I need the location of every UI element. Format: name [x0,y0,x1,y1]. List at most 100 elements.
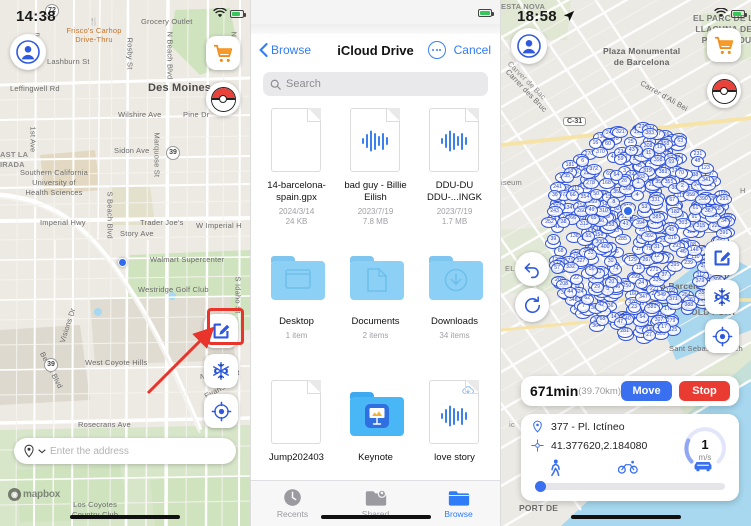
waypoint-marker[interactable]: 53 [637,202,651,213]
search-placeholder[interactable]: Search [286,78,321,90]
waypoint-marker[interactable]: 4 [630,190,644,202]
list-item[interactable]: Desktop 1 item [257,240,336,376]
waypoint-marker[interactable]: 45 [664,224,678,236]
waypoint-marker[interactable]: 281 [616,326,633,338]
freeze-button[interactable] [705,280,739,314]
waypoint-marker[interactable]: 22 [569,273,583,285]
waypoint-marker[interactable]: 68 [595,314,609,326]
slider-knob[interactable] [535,481,546,492]
waypoint-marker[interactable]: 372 [585,163,602,175]
waypoint-marker[interactable]: 31 [650,242,664,253]
waypoint-marker[interactable]: 291 [716,194,732,206]
walk-icon[interactable] [547,459,563,477]
waypoint-marker[interactable]: 69 [664,157,678,168]
waypoint-marker[interactable]: 252 [541,216,558,228]
waypoint-marker[interactable]: 62 [580,293,594,305]
pokeball-button[interactable] [206,82,240,116]
waypoint-marker[interactable]: 278 [582,177,599,189]
waypoint-marker[interactable]: 70 [674,167,688,179]
waypoint-marker[interactable]: 8 [607,196,621,208]
bike-icon[interactable] [618,459,638,475]
keynote-glyph-icon [364,404,389,428]
waypoint-marker[interactable]: 37 [657,269,671,281]
waypoint-marker[interactable]: 67 [665,194,679,206]
profile-avatar-button[interactable] [511,28,547,64]
waypoint-marker[interactable]: 381 [644,302,660,314]
place-name: 377 - Pl. Ictíneo [551,420,625,433]
edit-route-button[interactable] [705,241,739,275]
waypoint-marker[interactable]: 23 [627,301,641,313]
waypoint-marker[interactable]: 65 [587,213,600,225]
list-item[interactable]: DDU-DU DDU-...INGK 2023/7/19 1.7 MB [415,104,494,240]
waypoint-marker[interactable]: 13 [632,263,646,275]
tab-recents[interactable]: Recents [251,481,334,526]
waypoint-marker[interactable]: 54 [635,311,649,323]
waypoint-marker[interactable]: 41 [619,218,633,230]
waypoint-marker[interactable]: 315 [692,221,709,233]
map-label: PORT DE [519,503,559,513]
waypoint-marker[interactable]: 182 [667,206,684,218]
locate-button[interactable] [705,319,739,353]
tab-shared[interactable]: Shared [334,481,417,526]
waypoint-marker[interactable]: 239 [680,257,697,269]
cancel-button[interactable]: Cancel [454,43,491,57]
waypoint-marker[interactable]: 388 [680,300,697,312]
stop-button[interactable]: Stop [679,381,730,401]
cart-button[interactable] [707,28,741,62]
search-input[interactable]: Search [263,72,488,96]
waypoint-marker[interactable]: 34 [717,216,731,228]
pin-dropdown-icon[interactable] [22,444,46,458]
waypoint-marker[interactable]: 57 [550,262,564,274]
move-button[interactable]: Move [621,381,673,401]
waypoint-marker[interactable]: 24 [634,277,648,289]
pokeball-button[interactable] [707,74,741,108]
more-options-button[interactable] [427,41,446,59]
waypoint-marker[interactable]: 47 [613,317,627,328]
waypoint-marker[interactable]: 285 [614,233,631,245]
list-item[interactable]: 14-barcelona-spain.gpx 2024/3/14 24 KB [257,104,336,240]
address-bar[interactable]: Enter the address [14,438,236,464]
waypoint-marker[interactable]: 321 [612,127,629,138]
waypoint-marker[interactable]: 35 [560,171,574,183]
waypoint-marker[interactable]: 20 [604,277,618,288]
waypoint-marker[interactable]: 19 [653,142,667,154]
waypoint-marker[interactable]: 1 [631,177,645,189]
waypoint-marker[interactable]: 33 [584,248,598,260]
waypoint-marker[interactable]: 59 [614,153,628,165]
status-bar-left: 14:38 [0,0,250,30]
map-label: Wilshire Ave [118,110,162,119]
address-input-placeholder[interactable]: Enter the address [50,446,129,457]
waypoint-marker[interactable]: 371 [665,294,682,306]
red-arrow-annotation [146,326,215,395]
waypoint-marker[interactable]: 29 [590,281,604,293]
waypoint-marker[interactable]: 12 [650,251,664,263]
list-item[interactable]: Documents 2 items [336,240,415,376]
waypoint-marker[interactable]: 60 [601,139,615,151]
waypoint-marker[interactable]: 56 [585,264,599,276]
speed-slider[interactable] [535,481,725,492]
cart-button[interactable] [206,36,240,70]
waypoint-marker[interactable]: 44 [563,287,577,298]
waypoint-marker[interactable]: 61 [689,203,702,215]
undo-button[interactable] [515,252,549,286]
pokeball-icon [711,78,737,104]
waypoint-marker[interactable]: 391 [715,228,732,240]
waypoint-marker[interactable]: 50 [589,188,603,200]
waypoint-marker[interactable]: 48 [691,155,704,167]
waypoint-marker[interactable]: 17 [657,321,671,333]
waypoint-marker[interactable]: 27 [642,330,656,341]
waypoint-marker[interactable]: 38 [557,217,571,229]
tab-browse[interactable]: Browse [417,481,500,526]
list-item[interactable]: Downloads 34 items [415,240,494,376]
profile-avatar-button[interactable] [10,34,46,70]
waypoint-marker[interactable]: 332 [562,261,579,273]
refresh-button[interactable] [515,288,549,322]
waypoint-cluster[interactable]: 1234567891011121314151617181920212223242… [531,112,736,344]
map-label: W Imperial H [196,221,242,230]
waypoint-marker[interactable]: 395 [667,260,683,272]
file-name: love story [434,452,475,463]
waypoint-marker[interactable]: 387 [701,205,718,217]
file-thumbnail [349,244,404,310]
list-item[interactable]: bad guy - Billie Eilish 2023/7/19 7.8 MB [336,104,415,240]
waypoint-marker[interactable]: 42 [594,300,608,312]
